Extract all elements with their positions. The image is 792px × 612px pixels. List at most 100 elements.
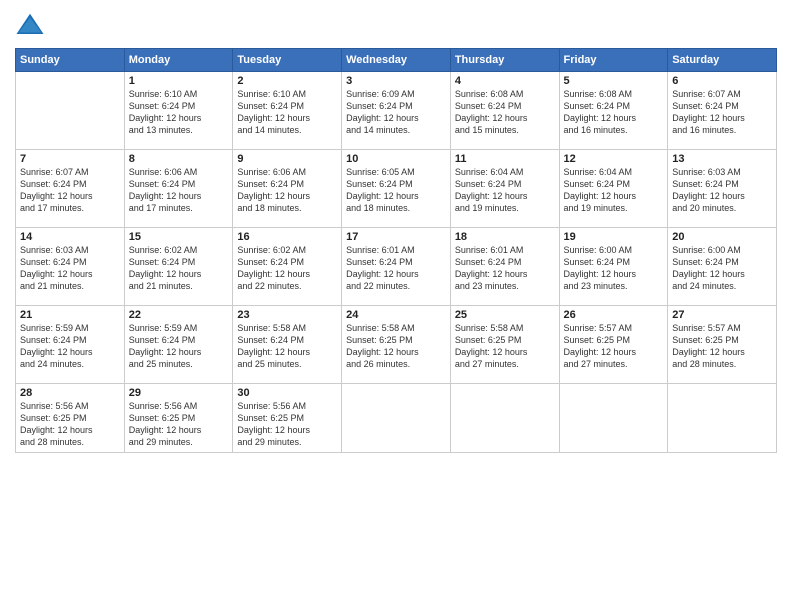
day-cell: 3Sunrise: 6:09 AMSunset: 6:24 PMDaylight… bbox=[342, 72, 451, 150]
weekday-header-tuesday: Tuesday bbox=[233, 49, 342, 72]
day-cell: 19Sunrise: 6:00 AMSunset: 6:24 PMDayligh… bbox=[559, 228, 668, 306]
day-number: 22 bbox=[129, 309, 229, 321]
day-info: Sunrise: 5:57 AMSunset: 6:25 PMDaylight:… bbox=[564, 322, 664, 371]
day-number: 14 bbox=[20, 231, 120, 243]
day-info: Sunrise: 5:59 AMSunset: 6:24 PMDaylight:… bbox=[20, 322, 120, 371]
day-cell: 12Sunrise: 6:04 AMSunset: 6:24 PMDayligh… bbox=[559, 150, 668, 228]
day-cell: 15Sunrise: 6:02 AMSunset: 6:24 PMDayligh… bbox=[124, 228, 233, 306]
day-info: Sunrise: 6:03 AMSunset: 6:24 PMDaylight:… bbox=[20, 244, 120, 293]
day-number: 18 bbox=[455, 231, 555, 243]
day-number: 30 bbox=[237, 387, 337, 399]
day-number: 15 bbox=[129, 231, 229, 243]
day-info: Sunrise: 6:06 AMSunset: 6:24 PMDaylight:… bbox=[129, 166, 229, 215]
day-number: 7 bbox=[20, 153, 120, 165]
day-cell: 5Sunrise: 6:08 AMSunset: 6:24 PMDaylight… bbox=[559, 72, 668, 150]
week-row-5: 28Sunrise: 5:56 AMSunset: 6:25 PMDayligh… bbox=[16, 384, 777, 453]
day-number: 21 bbox=[20, 309, 120, 321]
day-cell: 11Sunrise: 6:04 AMSunset: 6:24 PMDayligh… bbox=[450, 150, 559, 228]
day-info: Sunrise: 6:04 AMSunset: 6:24 PMDaylight:… bbox=[455, 166, 555, 215]
day-info: Sunrise: 6:00 AMSunset: 6:24 PMDaylight:… bbox=[672, 244, 772, 293]
day-cell: 21Sunrise: 5:59 AMSunset: 6:24 PMDayligh… bbox=[16, 306, 125, 384]
day-number: 16 bbox=[237, 231, 337, 243]
day-number: 29 bbox=[129, 387, 229, 399]
day-cell: 27Sunrise: 5:57 AMSunset: 6:25 PMDayligh… bbox=[668, 306, 777, 384]
day-number: 27 bbox=[672, 309, 772, 321]
day-info: Sunrise: 6:01 AMSunset: 6:24 PMDaylight:… bbox=[346, 244, 446, 293]
logo bbox=[15, 10, 49, 40]
day-cell: 26Sunrise: 5:57 AMSunset: 6:25 PMDayligh… bbox=[559, 306, 668, 384]
page: SundayMondayTuesdayWednesdayThursdayFrid… bbox=[0, 0, 792, 612]
day-number: 19 bbox=[564, 231, 664, 243]
day-cell: 4Sunrise: 6:08 AMSunset: 6:24 PMDaylight… bbox=[450, 72, 559, 150]
day-number: 10 bbox=[346, 153, 446, 165]
day-info: Sunrise: 5:58 AMSunset: 6:25 PMDaylight:… bbox=[455, 322, 555, 371]
day-number: 13 bbox=[672, 153, 772, 165]
day-cell bbox=[668, 384, 777, 453]
day-info: Sunrise: 5:57 AMSunset: 6:25 PMDaylight:… bbox=[672, 322, 772, 371]
day-info: Sunrise: 6:09 AMSunset: 6:24 PMDaylight:… bbox=[346, 88, 446, 137]
weekday-header-thursday: Thursday bbox=[450, 49, 559, 72]
day-cell: 18Sunrise: 6:01 AMSunset: 6:24 PMDayligh… bbox=[450, 228, 559, 306]
day-number: 17 bbox=[346, 231, 446, 243]
day-number: 2 bbox=[237, 75, 337, 87]
day-number: 6 bbox=[672, 75, 772, 87]
day-cell: 20Sunrise: 6:00 AMSunset: 6:24 PMDayligh… bbox=[668, 228, 777, 306]
day-cell: 8Sunrise: 6:06 AMSunset: 6:24 PMDaylight… bbox=[124, 150, 233, 228]
day-info: Sunrise: 6:07 AMSunset: 6:24 PMDaylight:… bbox=[20, 166, 120, 215]
logo-icon bbox=[15, 10, 45, 40]
day-info: Sunrise: 5:58 AMSunset: 6:24 PMDaylight:… bbox=[237, 322, 337, 371]
day-info: Sunrise: 6:03 AMSunset: 6:24 PMDaylight:… bbox=[672, 166, 772, 215]
weekday-header-wednesday: Wednesday bbox=[342, 49, 451, 72]
day-info: Sunrise: 6:04 AMSunset: 6:24 PMDaylight:… bbox=[564, 166, 664, 215]
day-cell: 25Sunrise: 5:58 AMSunset: 6:25 PMDayligh… bbox=[450, 306, 559, 384]
day-cell: 13Sunrise: 6:03 AMSunset: 6:24 PMDayligh… bbox=[668, 150, 777, 228]
day-number: 12 bbox=[564, 153, 664, 165]
calendar-table: SundayMondayTuesdayWednesdayThursdayFrid… bbox=[15, 48, 777, 453]
day-info: Sunrise: 5:59 AMSunset: 6:24 PMDaylight:… bbox=[129, 322, 229, 371]
day-info: Sunrise: 6:01 AMSunset: 6:24 PMDaylight:… bbox=[455, 244, 555, 293]
day-cell: 16Sunrise: 6:02 AMSunset: 6:24 PMDayligh… bbox=[233, 228, 342, 306]
day-cell: 2Sunrise: 6:10 AMSunset: 6:24 PMDaylight… bbox=[233, 72, 342, 150]
day-info: Sunrise: 6:07 AMSunset: 6:24 PMDaylight:… bbox=[672, 88, 772, 137]
week-row-4: 21Sunrise: 5:59 AMSunset: 6:24 PMDayligh… bbox=[16, 306, 777, 384]
day-cell: 9Sunrise: 6:06 AMSunset: 6:24 PMDaylight… bbox=[233, 150, 342, 228]
day-info: Sunrise: 6:02 AMSunset: 6:24 PMDaylight:… bbox=[129, 244, 229, 293]
day-cell: 22Sunrise: 5:59 AMSunset: 6:24 PMDayligh… bbox=[124, 306, 233, 384]
day-info: Sunrise: 5:56 AMSunset: 6:25 PMDaylight:… bbox=[237, 400, 337, 449]
day-cell: 6Sunrise: 6:07 AMSunset: 6:24 PMDaylight… bbox=[668, 72, 777, 150]
day-number: 1 bbox=[129, 75, 229, 87]
day-number: 5 bbox=[564, 75, 664, 87]
day-cell: 28Sunrise: 5:56 AMSunset: 6:25 PMDayligh… bbox=[16, 384, 125, 453]
day-info: Sunrise: 5:56 AMSunset: 6:25 PMDaylight:… bbox=[20, 400, 120, 449]
day-cell bbox=[342, 384, 451, 453]
weekday-header-friday: Friday bbox=[559, 49, 668, 72]
day-cell: 1Sunrise: 6:10 AMSunset: 6:24 PMDaylight… bbox=[124, 72, 233, 150]
day-number: 25 bbox=[455, 309, 555, 321]
weekday-header-sunday: Sunday bbox=[16, 49, 125, 72]
day-cell: 14Sunrise: 6:03 AMSunset: 6:24 PMDayligh… bbox=[16, 228, 125, 306]
day-cell bbox=[559, 384, 668, 453]
day-cell: 17Sunrise: 6:01 AMSunset: 6:24 PMDayligh… bbox=[342, 228, 451, 306]
day-cell: 30Sunrise: 5:56 AMSunset: 6:25 PMDayligh… bbox=[233, 384, 342, 453]
day-number: 9 bbox=[237, 153, 337, 165]
weekday-header-saturday: Saturday bbox=[668, 49, 777, 72]
day-info: Sunrise: 6:05 AMSunset: 6:24 PMDaylight:… bbox=[346, 166, 446, 215]
day-number: 4 bbox=[455, 75, 555, 87]
day-cell bbox=[450, 384, 559, 453]
day-info: Sunrise: 6:00 AMSunset: 6:24 PMDaylight:… bbox=[564, 244, 664, 293]
day-number: 23 bbox=[237, 309, 337, 321]
day-number: 3 bbox=[346, 75, 446, 87]
day-cell: 10Sunrise: 6:05 AMSunset: 6:24 PMDayligh… bbox=[342, 150, 451, 228]
day-number: 28 bbox=[20, 387, 120, 399]
header bbox=[15, 10, 777, 40]
day-cell: 24Sunrise: 5:58 AMSunset: 6:25 PMDayligh… bbox=[342, 306, 451, 384]
day-info: Sunrise: 5:56 AMSunset: 6:25 PMDaylight:… bbox=[129, 400, 229, 449]
day-number: 8 bbox=[129, 153, 229, 165]
week-row-1: 1Sunrise: 6:10 AMSunset: 6:24 PMDaylight… bbox=[16, 72, 777, 150]
day-number: 20 bbox=[672, 231, 772, 243]
day-cell: 29Sunrise: 5:56 AMSunset: 6:25 PMDayligh… bbox=[124, 384, 233, 453]
day-cell bbox=[16, 72, 125, 150]
day-info: Sunrise: 5:58 AMSunset: 6:25 PMDaylight:… bbox=[346, 322, 446, 371]
day-info: Sunrise: 6:06 AMSunset: 6:24 PMDaylight:… bbox=[237, 166, 337, 215]
weekday-header-monday: Monday bbox=[124, 49, 233, 72]
